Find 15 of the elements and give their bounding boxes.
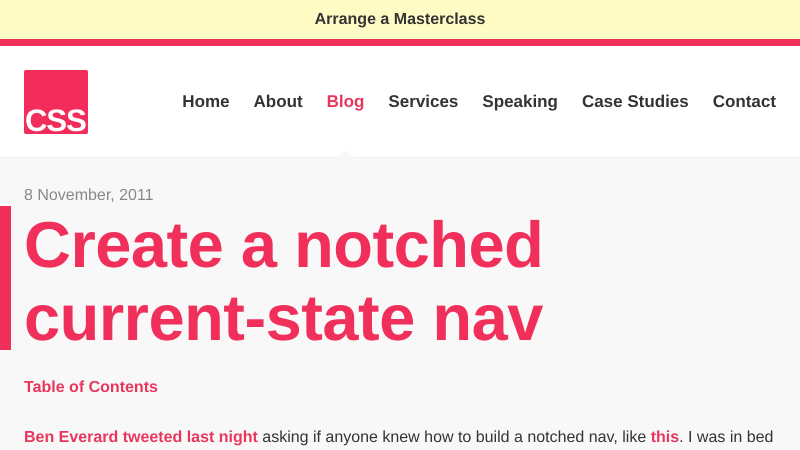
nav-link[interactable]: Contact [712, 88, 776, 114]
inline-link[interactable]: this [650, 429, 680, 446]
nav-link[interactable]: Case Studies [582, 88, 689, 114]
logo[interactable]: CSS [24, 70, 88, 134]
paragraph: Ben Everard tweeted last night asking if anyone knew how to build a notched nav, like this. I was in bed [24, 428, 774, 448]
nav-link[interactable]: Services [388, 88, 458, 114]
inline-link[interactable]: Ben Everard tweeted last night [24, 429, 258, 446]
post-title: Create a notched current-state nav [24, 208, 544, 354]
post-date: 8 November, 2011 [24, 186, 155, 206]
nav-link[interactable]: Blog [326, 88, 364, 114]
nav-link[interactable]: Speaking [482, 88, 558, 114]
banner-link[interactable]: Arrange a Masterclass [314, 8, 486, 32]
nav-link[interactable]: About [254, 88, 303, 114]
nav-link[interactable]: Home [182, 88, 230, 114]
toc-link[interactable]: Table of Contents [24, 376, 158, 400]
